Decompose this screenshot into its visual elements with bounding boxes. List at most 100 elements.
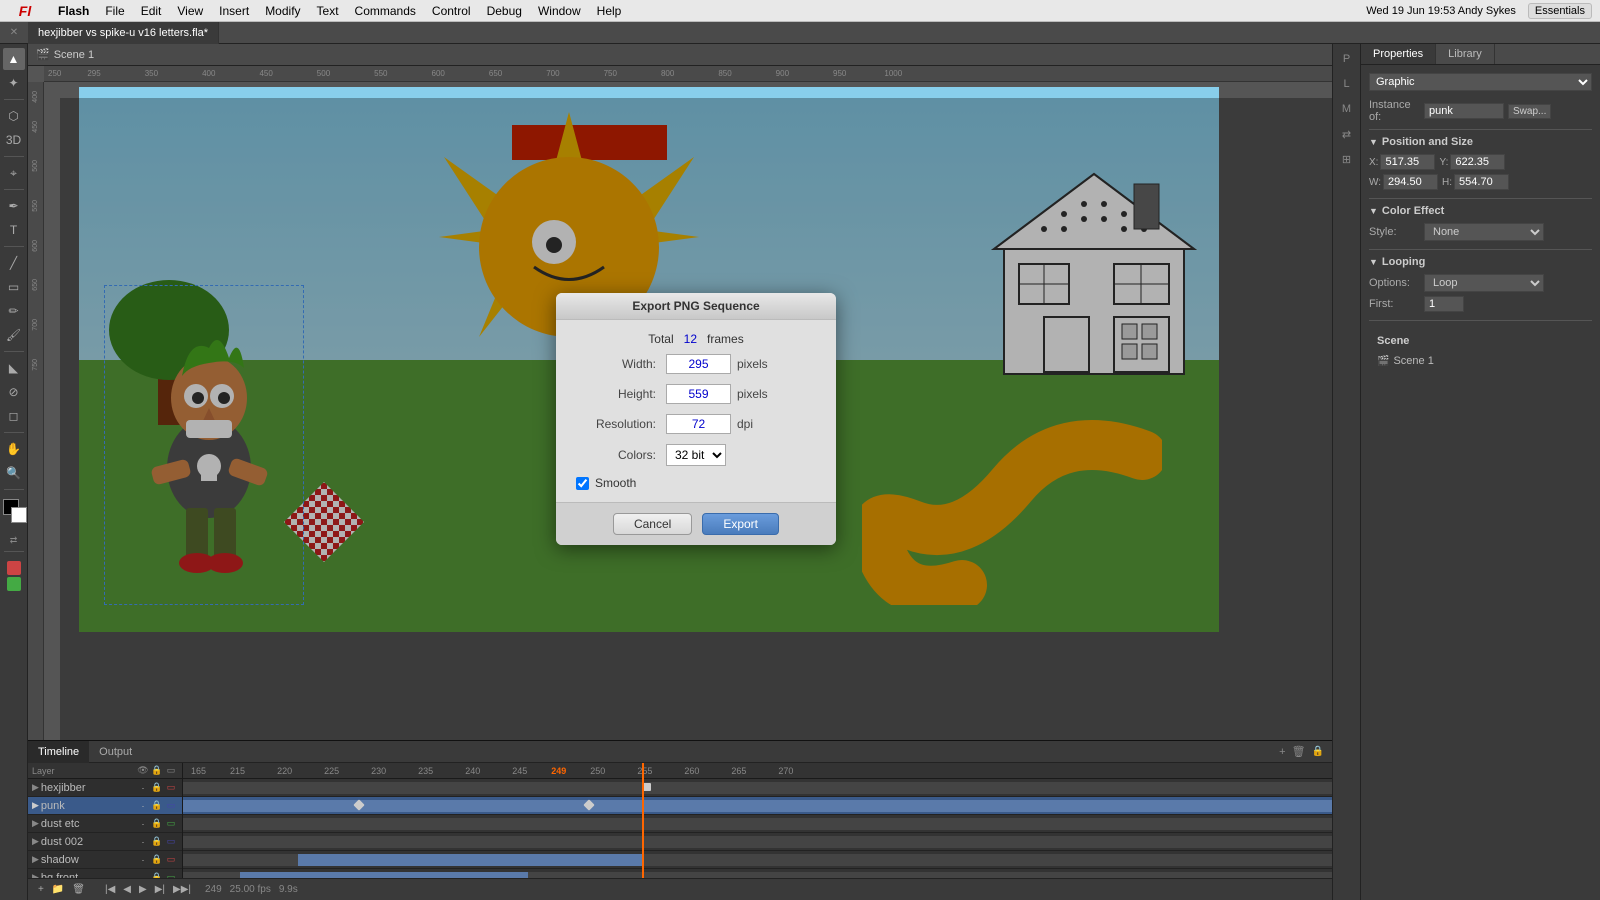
btn-first-frame[interactable]: |◀ [103,884,117,895]
w-input[interactable] [1383,174,1438,190]
menu-edit[interactable]: Edit [133,0,170,22]
tool-pencil[interactable]: ✏ [3,300,25,322]
x-input[interactable] [1380,154,1435,170]
menu-file[interactable]: File [97,0,132,22]
fill-color-box[interactable] [11,507,27,523]
y-input[interactable] [1450,154,1505,170]
menu-control[interactable]: Control [424,0,479,22]
separator-4 [1369,320,1592,321]
scene-item-1[interactable]: 🎬 Scene 1 [1377,353,1584,369]
layer-eye-punk[interactable]: · [136,801,150,811]
first-input[interactable] [1424,296,1464,312]
btn-prev-frame[interactable]: ◀ [121,884,133,895]
layer-eye-dust[interactable]: · [136,819,150,829]
tool-3d[interactable]: 3D [3,129,25,151]
menu-flash[interactable]: Flash [50,0,97,22]
tool-subselect[interactable]: ✦ [3,72,25,94]
panel-icon-transform[interactable]: ⊞ [1336,148,1358,170]
btn-delete-layer[interactable]: 🗑 [70,884,87,895]
snap-to-grid[interactable] [7,577,21,591]
layer-dust-002[interactable]: ▶ dust 002 · 🔒 ▭ [28,833,182,851]
menu-insert[interactable]: Insert [211,0,257,22]
cancel-button[interactable]: Cancel [613,513,692,535]
layer-eye-shadow[interactable]: · [136,855,150,865]
tab-properties[interactable]: Properties [1361,44,1436,64]
tool-hand[interactable]: ✋ [3,438,25,460]
layer-eye-dust002[interactable]: · [136,837,150,847]
w-label: W: [1369,177,1381,188]
layer-lock-dust[interactable]: 🔒 [150,818,164,829]
tool-paint-bucket[interactable]: ◣ [3,357,25,379]
tool-rect[interactable]: ▭ [3,276,25,298]
tool-eraser[interactable]: ◻ [3,405,25,427]
height-input[interactable] [666,384,731,404]
colors-select[interactable]: 32 bit 24 bit 8 bit [666,444,726,466]
menu-window[interactable]: Window [530,0,589,22]
btn-last-frame[interactable]: ▶▶| [171,884,193,895]
tool-text[interactable]: T [3,219,25,241]
type-select[interactable]: Graphic Movie Clip Button [1369,73,1592,91]
menu-debug[interactable]: Debug [479,0,530,22]
layer-bg-front[interactable]: ▶ bg front · 🔒 ▭ [28,869,182,878]
resolution-input[interactable] [666,414,731,434]
looping-header[interactable]: Looping [1369,256,1592,268]
tool-freetransform[interactable]: ⬡ [3,105,25,127]
style-select[interactable]: None Brightness Tint Alpha Advanced [1424,223,1544,241]
export-button[interactable]: Export [702,513,779,535]
layer-lock-dust002[interactable]: 🔒 [150,836,164,847]
layer-shadow[interactable]: ▶ shadow · 🔒 ▭ [28,851,182,869]
layer-punk[interactable]: ▶ punk · 🔒 ▭ [28,797,182,815]
options-select[interactable]: Loop Play Once Single Frame [1424,274,1544,292]
layer-lock-punk[interactable]: 🔒 [150,800,164,811]
position-size-header[interactable]: Position and Size [1369,136,1592,148]
output-tab[interactable]: Output [89,741,142,763]
layer-lock-shadow[interactable]: 🔒 [150,854,164,865]
lock-all-icon[interactable]: 🔒 [1312,746,1324,757]
menu-view[interactable]: View [169,0,211,22]
delete-layer-icon[interactable]: 🗑 [1292,745,1306,758]
swap-button[interactable]: Swap... [1508,104,1551,119]
instance-of-input[interactable] [1424,103,1504,119]
h-input[interactable] [1454,174,1509,190]
add-layer-icon[interactable]: + [1279,746,1285,758]
layer-lock-hexjibber[interactable]: 🔒 [150,782,164,793]
layer-dust-etc[interactable]: ▶ dust etc · 🔒 ▭ [28,815,182,833]
color-boxes[interactable] [3,499,25,525]
btn-add-layer[interactable]: + [36,884,46,895]
swap-colors-icon[interactable]: ⇄ [10,535,18,546]
file-tab[interactable]: hexjibber vs spike-u v16 letters.fla* [28,22,219,44]
width-input[interactable] [666,354,731,374]
layer-outline-shadow[interactable]: ▭ [164,854,178,865]
layer-hexjibber[interactable]: ▶ hexjibber · 🔒 ▭ [28,779,182,797]
btn-add-folder[interactable]: 📁 [50,884,66,895]
tool-lasso[interactable]: ⌖ [3,162,25,184]
btn-next-frame[interactable]: ▶| [153,884,167,895]
timeline-tab[interactable]: Timeline [28,741,89,763]
layer-outline-dust[interactable]: ▭ [164,818,178,829]
layer-eye-hexjibber[interactable]: · [136,783,150,793]
tab-close-icon[interactable]: ✕ [0,22,28,44]
color-effect-header[interactable]: Color Effect [1369,205,1592,217]
tool-select[interactable]: ▲ [3,48,25,70]
smooth-checkbox[interactable] [576,477,589,490]
panel-icon-swap[interactable]: ⇄ [1336,123,1358,145]
layer-outline-dust002[interactable]: ▭ [164,836,178,847]
panel-icon-motion[interactable]: M [1336,98,1358,120]
menu-text[interactable]: Text [309,0,347,22]
tool-brush[interactable]: 🖌 [3,324,25,346]
panel-icon-library[interactable]: L [1336,73,1358,95]
essentials-button[interactable]: Essentials [1528,3,1592,19]
tool-pen[interactable]: ✒ [3,195,25,217]
tool-zoom[interactable]: 🔍 [3,462,25,484]
tool-line[interactable]: ╱ [3,252,25,274]
snap-to-objects[interactable] [7,561,21,575]
tool-eyedropper[interactable]: ⊘ [3,381,25,403]
menu-help[interactable]: Help [589,0,630,22]
layer-outline-punk[interactable]: ▭ [164,800,178,811]
panel-icon-properties[interactable]: P [1336,48,1358,70]
tab-library[interactable]: Library [1436,44,1495,64]
btn-play[interactable]: ▶ [137,884,149,895]
layer-outline-hexjibber[interactable]: ▭ [164,782,178,793]
menu-commands[interactable]: Commands [347,0,424,22]
menu-modify[interactable]: Modify [257,0,308,22]
